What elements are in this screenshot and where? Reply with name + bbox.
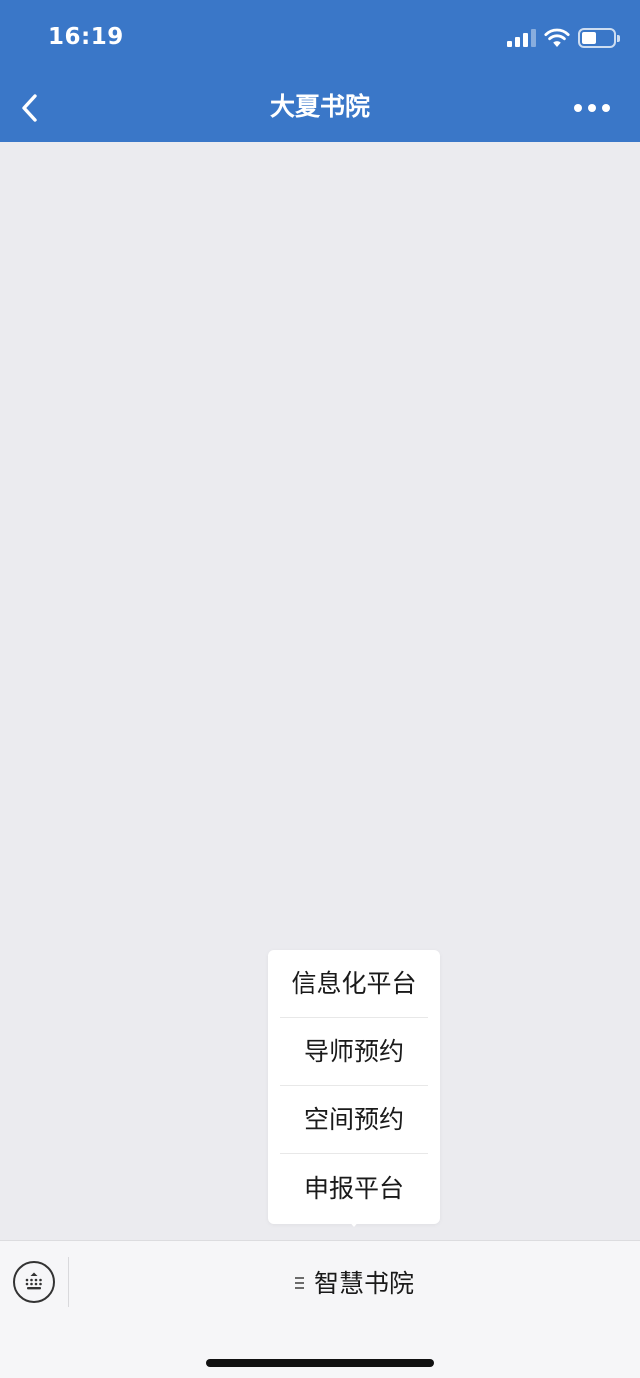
battery-icon [578, 28, 620, 48]
keyboard-toggle-button[interactable] [13, 1261, 55, 1303]
submenu-item-info-platform[interactable]: 信息化平台 [280, 950, 428, 1018]
status-icons [507, 26, 620, 50]
more-horizontal-icon [574, 104, 582, 112]
page-title: 大夏书院 [269, 92, 370, 121]
menu-lines-icon [294, 1277, 304, 1289]
wifi-icon [544, 28, 570, 47]
submenu-item-space-booking[interactable]: 空间预约 [280, 1086, 428, 1154]
home-indicator [206, 1359, 434, 1367]
submenu-item-tutor-booking[interactable]: 导师预约 [280, 1018, 428, 1086]
app-screen: 16:19 大夏书院 信息化平台 导师预约 空间预约 申报平台 智慧书院 [0, 0, 640, 1378]
back-button[interactable] [14, 88, 48, 128]
header: 16:19 大夏书院 [0, 0, 640, 142]
keyboard-toggle-icon [25, 1272, 42, 1290]
status-time: 16:19 [48, 24, 124, 50]
menu-tab-smart-academy[interactable]: 智慧书院 [69, 1241, 640, 1323]
bottom-menu-bar: 智慧书院 [0, 1240, 640, 1378]
signal-icon [507, 29, 536, 47]
submenu-pointer [346, 1218, 362, 1227]
chevron-left-icon [22, 94, 37, 122]
more-button[interactable] [574, 98, 610, 118]
battery-level-fill [582, 32, 596, 44]
submenu-item-application-platform[interactable]: 申报平台 [280, 1154, 428, 1224]
submenu-popup: 信息化平台 导师预约 空间预约 申报平台 [268, 950, 440, 1224]
menu-tab-label: 智慧书院 [313, 1269, 414, 1298]
